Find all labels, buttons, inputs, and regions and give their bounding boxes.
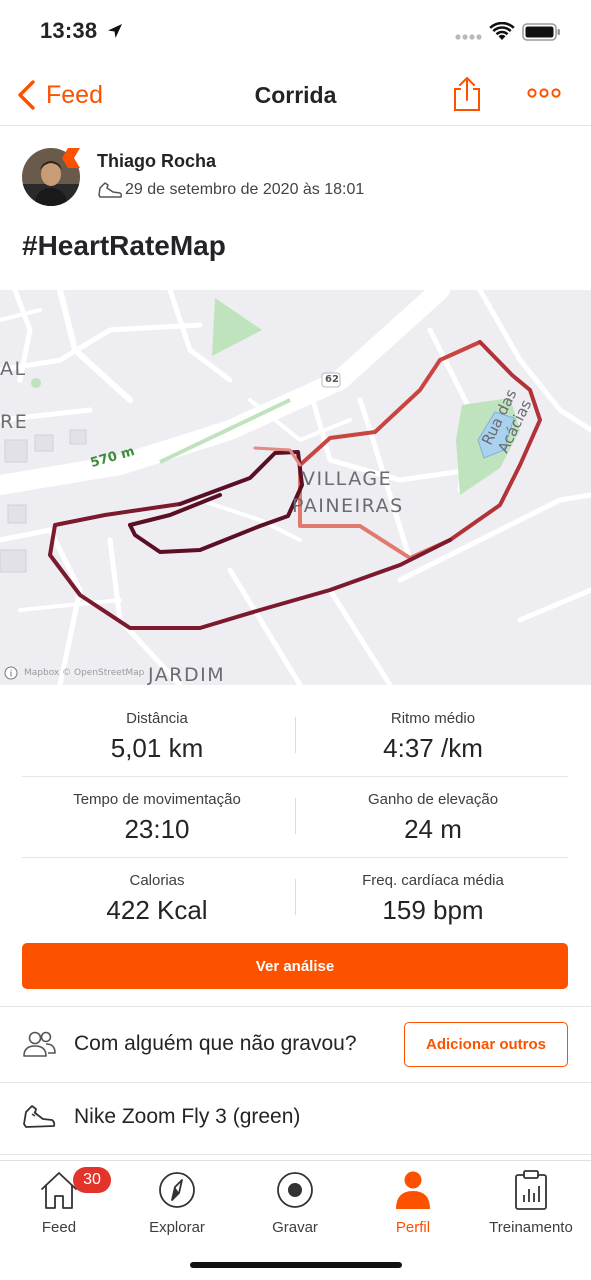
stat-label: Calorias [129, 872, 185, 889]
svg-text:i: i [10, 670, 13, 680]
stat-value: 4:37 /km [383, 733, 483, 763]
chevron-left-icon [18, 80, 35, 110]
stat-label: Ritmo médio [390, 710, 476, 727]
tab-feed[interactable]: 30 Feed [0, 1167, 118, 1237]
stats-grid: Distância 5,01 km Ritmo médio 4:37 /km T… [22, 696, 568, 939]
divider [0, 1154, 591, 1155]
route-map[interactable]: 570 m 62 VILLAGE PAINEIRAS Rua das Acáci… [0, 290, 591, 685]
tab-profile[interactable]: Perfil [354, 1167, 472, 1237]
back-button[interactable]: Feed [16, 76, 103, 114]
stats-row: Calorias 422 Kcal Freq. cardíaca média 1… [22, 858, 568, 939]
stat-value: 5,01 km [110, 733, 204, 763]
tab-explore[interactable]: Explorar [118, 1167, 236, 1237]
stat-distance: Distância 5,01 km [22, 696, 292, 764]
top-nav: Feed Corrida [0, 64, 591, 126]
battery-icon [522, 23, 560, 41]
status-bar: 13:38 [0, 0, 591, 64]
activity-title: #HeartRateMap [22, 230, 226, 261]
map-canvas [0, 290, 591, 685]
tab-label: Explorar [149, 1219, 205, 1236]
stat-label: Tempo de movimentação [73, 791, 241, 808]
avatar[interactable] [22, 148, 80, 206]
profile-icon [396, 1171, 430, 1209]
map-label-district: VILLAGE [302, 468, 393, 490]
map-label-neighborhood: AL [0, 358, 27, 380]
stats-row: Tempo de movimentação 23:10 Ganho de ele… [22, 777, 568, 858]
status-time: 13:38 [40, 18, 98, 43]
map-label-neighborhood: RE [0, 411, 29, 433]
tab-label: Perfil [395, 1219, 431, 1236]
add-others-button[interactable]: Adicionar outros [404, 1022, 568, 1067]
stat-label: Distância [126, 710, 188, 727]
stat-value: 23:10 [124, 814, 190, 844]
view-analysis-button[interactable]: Ver análise [22, 943, 568, 989]
more-options-icon[interactable] [527, 86, 561, 100]
tab-label: Treinamento [489, 1219, 573, 1236]
share-icon[interactable] [452, 76, 482, 112]
gear-name: Nike Zoom Fly 3 (green) [74, 1105, 301, 1128]
tab-record[interactable]: Gravar [236, 1167, 354, 1237]
activity-date: 29 de setembro de 2020 às 18:01 [125, 181, 365, 198]
gear-row[interactable]: Nike Zoom Fly 3 (green) [0, 1082, 591, 1154]
stat-calories: Calorias 422 Kcal [22, 858, 292, 926]
back-label: Feed [46, 80, 103, 109]
with-others-text: Com alguém que não gravou? [74, 1032, 357, 1055]
athlete-name[interactable]: Thiago Rocha [97, 151, 216, 172]
stat-moving-time: Tempo de movimentação 23:10 [22, 777, 292, 845]
stat-value: 24 m [404, 814, 462, 844]
tab-training[interactable]: Treinamento [472, 1167, 590, 1237]
stat-divider [295, 879, 296, 915]
map-label-district: PAINEIRAS [292, 495, 404, 517]
stat-label: Freq. cardíaca média [362, 872, 504, 889]
stat-divider [295, 798, 296, 834]
shoe-icon [23, 1105, 56, 1128]
activity-meta: 29 de setembro de 2020 às 18:01 [97, 180, 364, 200]
training-icon [515, 1170, 547, 1210]
info-icon[interactable]: i [4, 666, 18, 680]
map-label-neighborhood: JARDIM [148, 664, 226, 685]
stats-row: Distância 5,01 km Ritmo médio 4:37 /km [22, 696, 568, 777]
record-icon [277, 1172, 313, 1208]
stat-value: 159 bpm [382, 895, 484, 925]
stat-heart-rate: Freq. cardíaca média 159 bpm [298, 858, 568, 926]
tab-label: Feed [41, 1219, 77, 1236]
map-label-highway: 62 [325, 374, 339, 385]
wifi-icon [489, 22, 515, 40]
home-indicator[interactable] [190, 1262, 402, 1268]
stat-divider [295, 717, 296, 753]
compass-icon [159, 1172, 195, 1208]
stat-label: Ganho de elevação [367, 791, 499, 808]
with-others-row: Com alguém que não gravou? Adicionar out… [0, 1006, 591, 1082]
athlete-header: Thiago Rocha 29 de setembro de 2020 às 1… [22, 146, 572, 208]
shoe-icon [98, 182, 123, 198]
stat-pace: Ritmo médio 4:37 /km [298, 696, 568, 764]
stat-elevation-gain: Ganho de elevação 24 m [298, 777, 568, 845]
cellular-signal-icon [455, 34, 482, 40]
group-icon [23, 1031, 56, 1057]
location-arrow-icon [108, 24, 122, 38]
tab-label: Gravar [272, 1219, 318, 1236]
stat-value: 422 Kcal [106, 895, 208, 925]
notification-badge: 30 [73, 1167, 111, 1193]
map-attribution[interactable]: Mapbox © OpenStreetMap [24, 668, 144, 678]
